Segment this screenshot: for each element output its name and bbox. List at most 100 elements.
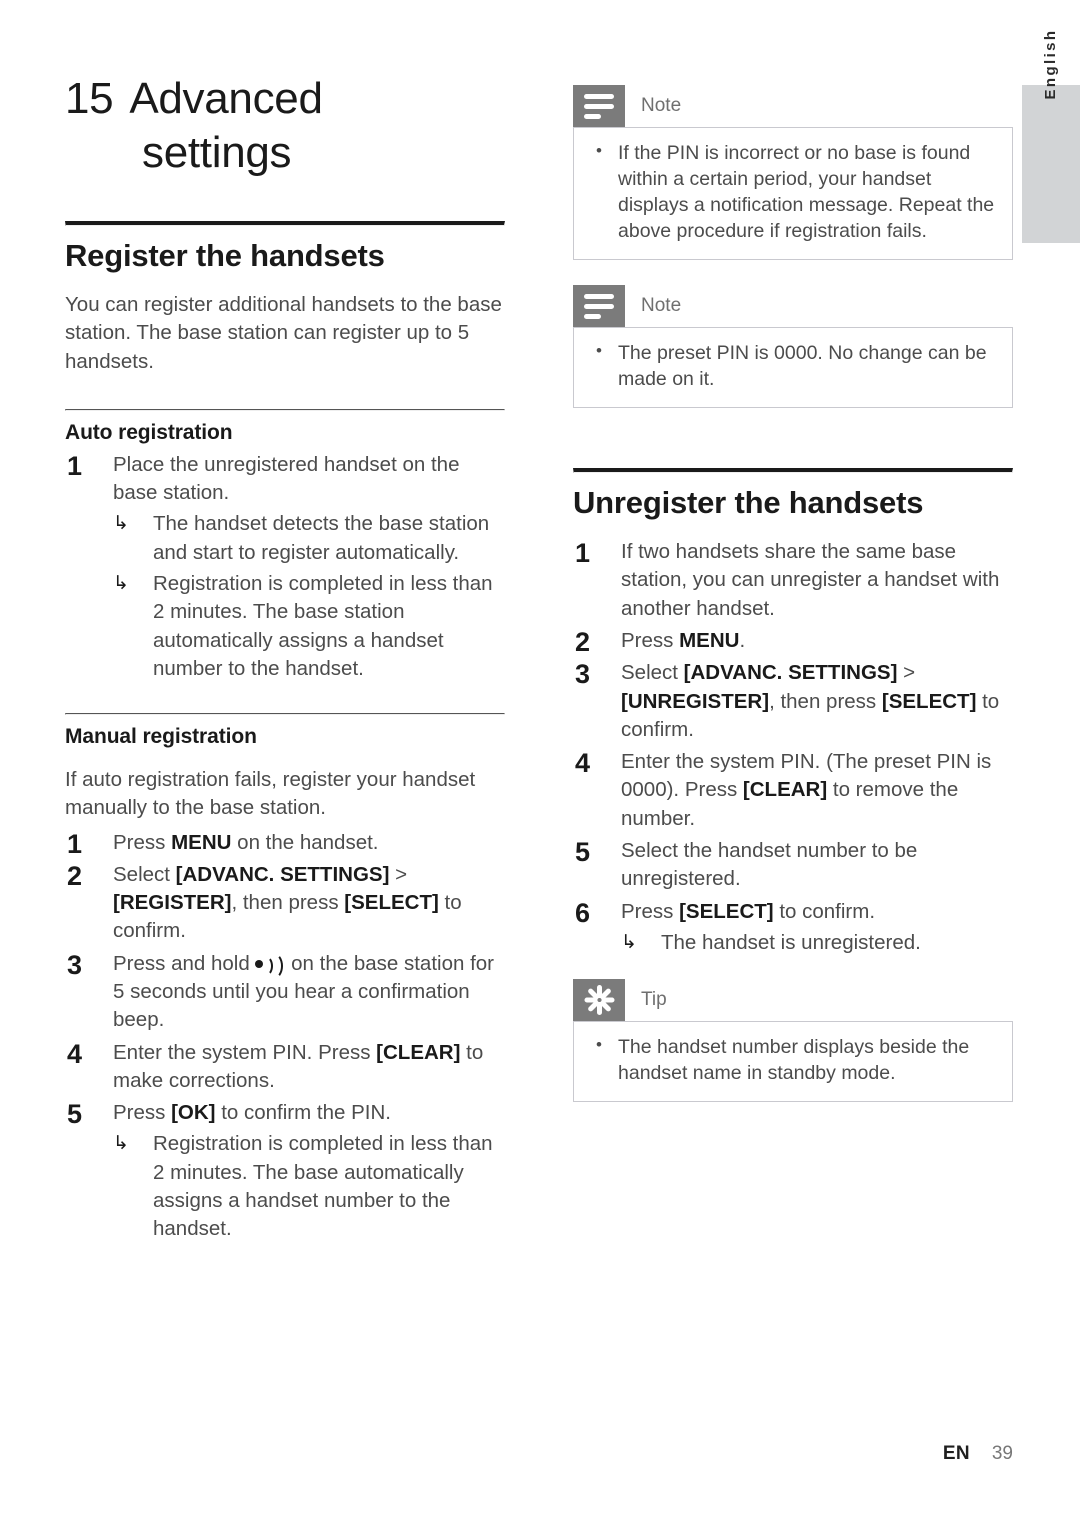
step-key-label: [SELECT] xyxy=(679,899,774,923)
tip-icon xyxy=(573,979,625,1022)
chapter-title: 15 Advanced settings xyxy=(65,72,505,179)
note-box-1-header: Note xyxy=(573,85,1013,127)
note-box-2-label: Note xyxy=(641,294,682,316)
right-column: Note • If the PIN is incorrect or no bas… xyxy=(573,0,1013,1102)
step-item: 6 Press [SELECT] to confirm. ↳ The hands… xyxy=(573,898,1013,958)
footer-page-number: 39 xyxy=(991,1443,1013,1464)
list-item-text: The preset PIN is 0000. No change can be… xyxy=(618,341,987,390)
list-item: • The handset number displays beside the… xyxy=(590,1035,996,1087)
step-item: 4 Enter the system PIN. (The preset PIN … xyxy=(573,748,1013,833)
step-number: 4 xyxy=(67,1038,83,1069)
result-item: ↳ The handset is unregistered. xyxy=(621,929,1013,957)
tip-box-label: Tip xyxy=(641,989,667,1011)
step-text-mid-2: , then press xyxy=(231,891,345,915)
subsection-rule-manual xyxy=(65,713,505,716)
step-number: 5 xyxy=(575,836,591,867)
step-text-prefix: Press xyxy=(621,899,680,923)
result-arrow-icon: ↳ xyxy=(113,512,129,535)
step-item: 2 Select [ADVANC. SETTINGS] > [REGISTER]… xyxy=(65,861,505,946)
result-text: Registration is completed in less than 2… xyxy=(153,571,493,680)
note-icon-bars xyxy=(584,94,614,119)
subheading-manual-registration: Manual registration xyxy=(65,725,257,749)
section-rule-unregister xyxy=(573,467,1013,473)
note-box-1: Note • If the PIN is incorrect or no bas… xyxy=(573,85,1013,260)
step-results: ↳ The handset is unregistered. xyxy=(621,929,1013,957)
step-key-label: [SELECT] xyxy=(344,891,439,915)
step-key-label: [CLEAR] xyxy=(376,1040,461,1064)
step-item: 3 Press and hold on the base station for… xyxy=(65,950,505,1035)
section-rule xyxy=(65,221,505,227)
step-text-prefix: Select xyxy=(621,661,684,685)
step-number: 1 xyxy=(575,538,591,569)
manual-page: English 15 Advanced settings Register the… xyxy=(0,0,1080,1527)
step-menu-path-1: [ADVANC. SETTINGS] xyxy=(175,862,390,886)
step-text-suffix: on the handset. xyxy=(231,830,379,854)
result-text: Registration is completed in less than 2… xyxy=(153,1132,493,1241)
result-item: ↳ Registration is completed in less than… xyxy=(113,570,505,683)
step-text-prefix: Press xyxy=(113,1101,172,1125)
step-menu-path-1: [ADVANC. SETTINGS] xyxy=(683,661,898,685)
list-item: • The preset PIN is 0000. No change can … xyxy=(590,341,996,393)
step-results: ↳ Registration is completed in less than… xyxy=(113,1130,505,1243)
step-text-prefix: Select xyxy=(113,862,176,886)
step-text-prefix: Press and hold xyxy=(113,951,256,975)
left-column: 15 Advanced settings Register the handset… xyxy=(65,0,505,1244)
step-results: ↳ The handset detects the base station a… xyxy=(113,510,505,683)
bullet-icon: • xyxy=(596,1035,602,1055)
language-tab: English xyxy=(1022,29,1080,243)
subheading-auto-registration: Auto registration xyxy=(65,420,233,444)
step-number: 4 xyxy=(575,748,591,779)
chapter-title-line2: settings xyxy=(142,127,292,177)
step-text-mid-1: > xyxy=(897,661,916,685)
manual-registration-intro: If auto registration fails, register you… xyxy=(65,768,476,820)
tip-box-header: Tip xyxy=(573,979,1013,1022)
step-key-label: MENU xyxy=(679,629,740,653)
step-text-suffix: to confirm the PIN. xyxy=(215,1101,391,1125)
step-number: 6 xyxy=(575,897,591,928)
step-key-label: [OK] xyxy=(171,1101,216,1125)
step-item: 2 Press MENU. xyxy=(573,627,1013,657)
chapter-number: 15 xyxy=(65,74,114,123)
result-arrow-icon: ↳ xyxy=(113,1132,129,1155)
step-key-label: [SELECT] xyxy=(881,689,977,713)
step-menu-path-2: [UNREGISTER] xyxy=(621,689,770,713)
step-item: 5 Press [OK] to confirm the PIN. ↳ Regis… xyxy=(65,1099,505,1243)
step-item: 1 Place the unregistered handset on the … xyxy=(65,451,505,683)
result-text: The handset detects the base station and… xyxy=(153,512,490,564)
step-text-suffix: . xyxy=(739,629,746,653)
chapter-title-line1: Advanced xyxy=(129,74,323,123)
section-heading-register: Register the handsets xyxy=(65,238,385,274)
tip-box: Tip • The handset number displays beside… xyxy=(573,979,1013,1102)
result-item: ↳ Registration is completed in less than… xyxy=(113,1130,505,1243)
tip-icon-asterisk xyxy=(584,985,615,1016)
step-item: 3 Select [ADVANC. SETTINGS] > [UNREGISTE… xyxy=(573,659,1013,744)
subsection-rule-auto xyxy=(65,408,505,411)
note-icon xyxy=(573,85,625,127)
note-box-1-list: • If the PIN is incorrect or no base is … xyxy=(590,141,996,245)
step-number: 1 xyxy=(67,450,83,481)
step-key-label: [CLEAR] xyxy=(742,778,828,802)
bullet-icon: • xyxy=(596,141,602,160)
note-icon-bars xyxy=(584,293,614,319)
list-item-text: If the PIN is incorrect or no base is fo… xyxy=(618,142,995,242)
step-number: 5 xyxy=(67,1099,83,1130)
paging-icon xyxy=(255,952,285,979)
language-tab-label: English xyxy=(1042,28,1059,100)
step-item: 1 Press MENU on the handset. xyxy=(65,829,505,859)
list-item: • If the PIN is incorrect or no base is … xyxy=(590,141,996,245)
step-number: 2 xyxy=(67,860,83,891)
step-text: If two handsets share the same base stat… xyxy=(621,540,1000,620)
step-key-label: MENU xyxy=(171,830,232,854)
result-item: ↳ The handset detects the base station a… xyxy=(113,510,505,567)
note-box-2-list: • The preset PIN is 0000. No change can … xyxy=(590,341,996,393)
tip-box-body: • The handset number displays beside the… xyxy=(573,1021,1013,1102)
note-box-2-header: Note xyxy=(573,284,1013,327)
register-intro: You can register additional handsets to … xyxy=(65,292,502,373)
step-menu-path-2: [REGISTER] xyxy=(113,891,232,915)
list-item-text: The handset number displays beside the h… xyxy=(618,1036,970,1085)
step-text: Select the handset number to be unregist… xyxy=(621,838,918,891)
step-number: 3 xyxy=(575,659,591,690)
section-heading-unregister: Unregister the handsets xyxy=(573,484,924,520)
step-text-suffix: to confirm. xyxy=(773,899,876,923)
manual-registration-steps: 1 Press MENU on the handset. 2 Select [A… xyxy=(65,829,505,1244)
